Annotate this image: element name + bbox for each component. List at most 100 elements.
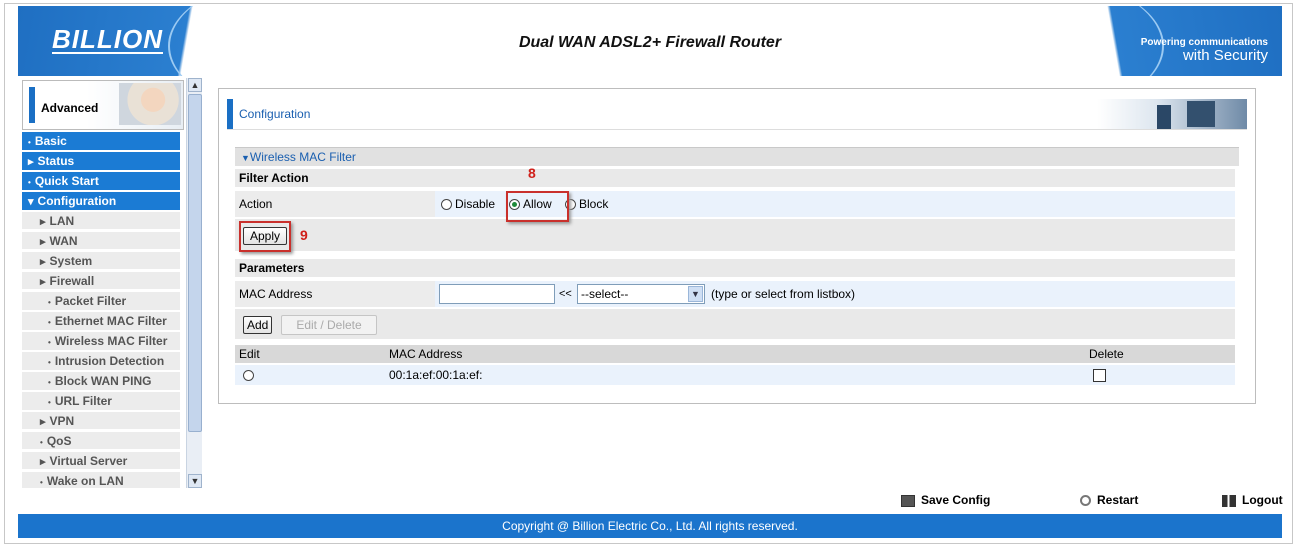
sidebar-item-quick-start[interactable]: • Quick Start bbox=[22, 172, 180, 190]
row-edit-radio[interactable] bbox=[239, 365, 257, 385]
sidebar-nav: • Basic ▸ Status • Quick Start ▾ Configuration ▸… bbox=[22, 132, 180, 488]
action-row: Action Disable Allow Block bbox=[235, 191, 1235, 217]
sidebar-item-lan[interactable]: ▸ LAN bbox=[22, 212, 180, 230]
sidebar-item-label: Wake on LAN bbox=[46, 474, 124, 488]
row-delete-checkbox[interactable] bbox=[1089, 365, 1106, 385]
triangle-right-icon: ▸ bbox=[40, 456, 46, 468]
restart-icon bbox=[1080, 495, 1091, 507]
filter-action-heading: Filter Action bbox=[235, 169, 1235, 187]
sidebar-item-system[interactable]: ▸ System bbox=[22, 252, 180, 270]
sidebar-item-label: Block WAN PING bbox=[54, 374, 152, 388]
chevron-down-icon[interactable]: ▼ bbox=[688, 286, 703, 302]
select-value: --select-- bbox=[581, 287, 629, 301]
sidebar-item-label: Intrusion Detection bbox=[54, 354, 165, 368]
page-title: Configuration bbox=[239, 107, 311, 121]
sidebar-item-label: Firewall bbox=[49, 274, 95, 288]
scroll-down-icon[interactable]: ▼ bbox=[188, 474, 202, 488]
slogan-line2: with Security bbox=[1182, 47, 1268, 64]
table-row: 00:1a:ef:00:1a:ef: bbox=[235, 365, 1235, 385]
scroll-thumb[interactable] bbox=[188, 94, 202, 432]
accent-bar bbox=[29, 87, 35, 123]
triangle-down-icon: ▾ bbox=[28, 196, 34, 208]
accent-bar bbox=[227, 99, 233, 129]
col-edit: Edit bbox=[239, 347, 260, 361]
sidebar-item-label: URL Filter bbox=[54, 394, 112, 408]
sidebar-item-label: Quick Start bbox=[34, 174, 99, 188]
edit-delete-button[interactable]: Edit / Delete bbox=[281, 315, 377, 335]
triangle-right-icon: ▸ bbox=[40, 256, 46, 268]
sidebar-item-label: System bbox=[49, 254, 93, 268]
sidebar-item-virtual-server[interactable]: ▸ Virtual Server bbox=[22, 452, 180, 470]
section-title: ▼Wireless MAC Filter bbox=[235, 147, 1239, 166]
sidebar-item-intrusion-detection[interactable]: • Intrusion Detection bbox=[22, 352, 180, 370]
config-header: Configuration bbox=[227, 99, 1247, 130]
logout-link[interactable]: Logout bbox=[1222, 493, 1283, 507]
bullet-icon: • bbox=[40, 478, 43, 487]
listbox-hint: (type or select from listbox) bbox=[711, 287, 856, 301]
mac-select-dropdown[interactable]: --select-- ▼ bbox=[577, 284, 705, 304]
sidebar-item-configuration[interactable]: ▾ Configuration bbox=[22, 192, 180, 210]
sidebar-item-vpn[interactable]: ▸ VPN bbox=[22, 412, 180, 430]
header-banner: BILLION Dual WAN ADSL2+ Firewall Router … bbox=[18, 6, 1282, 76]
sidebar-item-wake-on-lan[interactable]: • Wake on LAN bbox=[22, 472, 180, 488]
sidebar-item-ethernet-mac-filter[interactable]: • Ethernet MAC Filter bbox=[22, 312, 180, 330]
triangle-right-icon: ▸ bbox=[40, 236, 46, 248]
radio-disable[interactable]: Disable bbox=[441, 191, 495, 217]
sidebar-item-qos[interactable]: • QoS bbox=[22, 432, 180, 450]
bullet-icon: • bbox=[48, 318, 51, 327]
sidebar-item-label: Wireless MAC Filter bbox=[54, 334, 168, 348]
sidebar-item-label: LAN bbox=[49, 214, 75, 228]
row-mac-address: 00:1a:ef:00:1a:ef: bbox=[389, 368, 483, 382]
restart-link[interactable]: Restart bbox=[1080, 493, 1138, 507]
sidebar-item-label: Ethernet MAC Filter bbox=[54, 314, 167, 328]
col-delete: Delete bbox=[1089, 347, 1124, 361]
bullet-icon: • bbox=[48, 298, 51, 307]
bottom-toolbar: Save Config Restart Logout bbox=[0, 493, 1297, 511]
triangle-right-icon: ▸ bbox=[40, 276, 46, 288]
parameters-heading: Parameters bbox=[235, 259, 1235, 277]
triangle-down-icon: ▼ bbox=[241, 153, 250, 163]
bullet-icon: • bbox=[48, 358, 51, 367]
advanced-label: Advanced bbox=[41, 101, 99, 115]
apply-row: Apply bbox=[235, 219, 1235, 251]
sidebar-item-label: Status bbox=[37, 154, 75, 168]
scroll-up-icon[interactable]: ▲ bbox=[188, 78, 202, 92]
office-chair-image bbox=[1097, 99, 1247, 129]
sidebar-item-label: QoS bbox=[46, 434, 72, 448]
sidebar-item-firewall[interactable]: ▸ Firewall bbox=[22, 272, 180, 290]
bullet-icon: • bbox=[48, 378, 51, 387]
sidebar-item-block-wan-ping[interactable]: • Block WAN PING bbox=[22, 372, 180, 390]
save-config-link[interactable]: Save Config bbox=[901, 493, 990, 507]
radio-block[interactable]: Block bbox=[565, 191, 608, 217]
add-row: Add Edit / Delete bbox=[235, 309, 1235, 339]
sidebar-item-wireless-mac-filter[interactable]: • Wireless MAC Filter bbox=[22, 332, 180, 350]
sidebar: Advanced • Basic ▸ Status • Quick Start ▾ Confi… bbox=[20, 78, 202, 488]
bullet-icon: • bbox=[28, 178, 31, 187]
advanced-mode-box: Advanced bbox=[22, 80, 184, 130]
logout-icon bbox=[1222, 494, 1236, 507]
user-photo-image bbox=[119, 83, 181, 125]
sidebar-item-url-filter[interactable]: • URL Filter bbox=[22, 392, 180, 410]
bullet-icon: • bbox=[40, 438, 43, 447]
step-8-label: 8 bbox=[528, 165, 536, 181]
sidebar-item-label: Basic bbox=[34, 134, 67, 148]
sidebar-item-wan[interactable]: ▸ WAN bbox=[22, 232, 180, 250]
add-button[interactable]: Add bbox=[243, 316, 273, 334]
floppy-disk-icon bbox=[901, 494, 915, 507]
bullet-icon: • bbox=[28, 138, 31, 147]
sidebar-item-packet-filter[interactable]: • Packet Filter bbox=[22, 292, 180, 310]
sidebar-item-status[interactable]: ▸ Status bbox=[22, 152, 180, 170]
sidebar-scrollbar[interactable]: ▲ ▼ bbox=[186, 78, 202, 488]
sidebar-item-label: WAN bbox=[49, 234, 78, 248]
sidebar-item-label: Configuration bbox=[37, 194, 117, 208]
mac-address-input[interactable] bbox=[439, 284, 555, 304]
sidebar-item-label: Virtual Server bbox=[49, 454, 128, 468]
sidebar-item-label: VPN bbox=[49, 414, 75, 428]
triangle-right-icon: ▸ bbox=[28, 156, 34, 168]
step-9-label: 9 bbox=[300, 227, 308, 243]
sidebar-item-basic[interactable]: • Basic bbox=[22, 132, 180, 150]
main-panel: Configuration ▼Wireless MAC Filter Filte… bbox=[218, 88, 1256, 404]
triangle-right-icon: ▸ bbox=[40, 416, 46, 428]
wireless-mac-filter-section: ▼Wireless MAC Filter Filter Action Actio… bbox=[235, 147, 1239, 385]
transfer-arrows: << bbox=[559, 288, 572, 300]
